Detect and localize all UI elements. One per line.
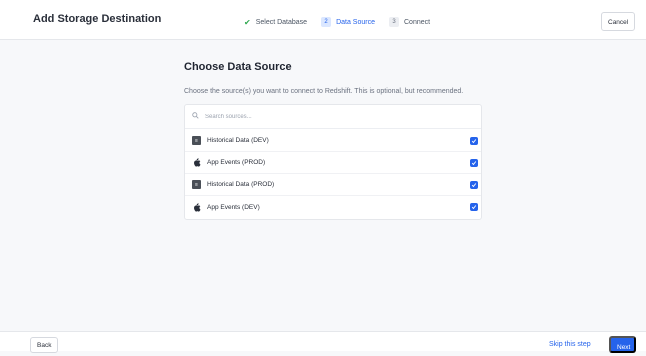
- step-label: Select Database: [255, 18, 308, 26]
- source-list: ≡ Historical Data (DEV) App Events (PROD…: [185, 130, 481, 218]
- apple-icon: [192, 158, 201, 167]
- bottom-bar: Back Skip this step Next: [0, 331, 646, 353]
- source-label: Historical Data (PROD): [207, 181, 275, 188]
- step-select-database[interactable]: ✔ Select Database: [244, 18, 307, 27]
- apple-icon: [192, 202, 201, 212]
- source-checkbox[interactable]: [470, 181, 478, 189]
- next-button[interactable]: Next: [609, 336, 636, 353]
- source-checkbox[interactable]: [470, 203, 478, 211]
- step-connect[interactable]: 3 Connect: [389, 17, 430, 27]
- stepper: ✔ Select Database 2 Data Source 3 Connec…: [244, 15, 430, 29]
- source-item-historical-dev[interactable]: ≡ Historical Data (DEV): [185, 130, 481, 152]
- step-data-source[interactable]: 2 Data Source: [321, 17, 375, 27]
- check-icon: ✔: [244, 17, 251, 27]
- step-label: Data Source: [336, 18, 375, 26]
- skip-step-link[interactable]: Skip this step: [549, 341, 591, 348]
- section-description: Choose the source(s) you want to connect…: [184, 88, 464, 95]
- step-number: 3: [389, 17, 399, 27]
- search-input[interactable]: [203, 112, 403, 121]
- source-item-historical-prod[interactable]: ≡ Historical Data (PROD): [185, 174, 481, 196]
- database-icon: ≡: [192, 136, 201, 145]
- section-title: Choose Data Source: [184, 61, 292, 73]
- source-checkbox[interactable]: [470, 159, 478, 167]
- source-list-card: ≡ Historical Data (DEV) App Events (PROD…: [184, 104, 482, 220]
- cancel-button[interactable]: Cancel: [601, 12, 635, 31]
- step-label: Connect: [404, 18, 431, 26]
- source-checkbox[interactable]: [470, 137, 478, 145]
- source-item-app-events-prod[interactable]: App Events (PROD): [185, 152, 481, 174]
- source-item-app-events-dev[interactable]: App Events (DEV): [185, 196, 481, 218]
- page-title: Add Storage Destination: [33, 13, 162, 25]
- search-bar[interactable]: [185, 105, 481, 129]
- top-bar: Add Storage Destination ✔ Select Databas…: [0, 0, 646, 40]
- search-icon: [192, 112, 199, 121]
- database-icon: ≡: [192, 180, 201, 189]
- source-label: App Events (DEV): [207, 203, 260, 211]
- source-label: Historical Data (DEV): [207, 137, 269, 144]
- step-number: 2: [321, 17, 332, 27]
- source-label: App Events (PROD): [207, 159, 266, 166]
